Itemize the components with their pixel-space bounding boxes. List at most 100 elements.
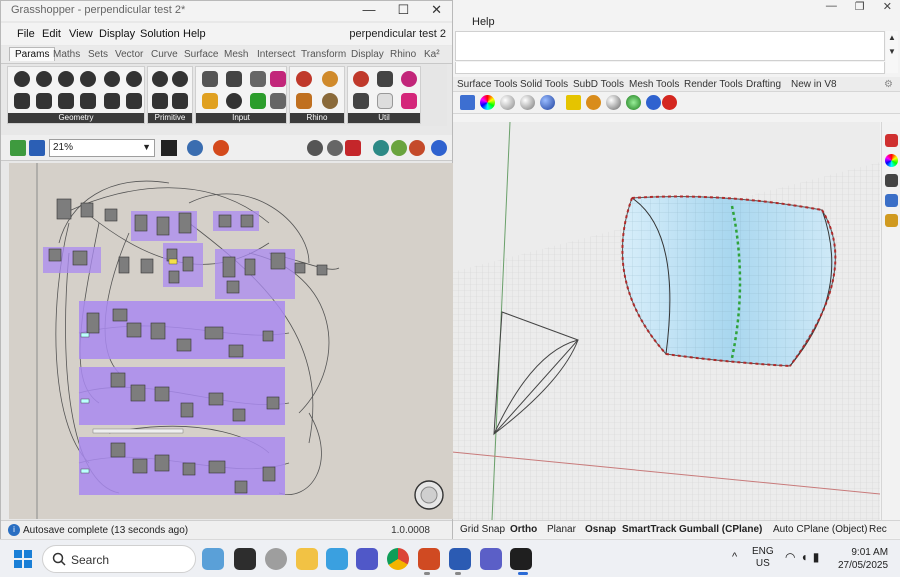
render-param-icon[interactable] [296, 71, 312, 87]
rhino-command-scrollbar[interactable]: ▲ ▼ [886, 31, 898, 73]
gh-menu-edit[interactable]: Edit [42, 28, 61, 40]
cherries-icon[interactable] [353, 71, 369, 87]
rhino-tab-subd-tools[interactable]: SubD Tools [573, 79, 624, 90]
sketch-pen-icon[interactable] [213, 140, 229, 156]
teams-notification-icon[interactable] [480, 548, 502, 570]
gumball-toggle[interactable]: Gumball (CPlane) [679, 524, 762, 535]
gh-tab-intersect[interactable]: Intersect [257, 49, 295, 60]
sphere-icon[interactable] [500, 95, 515, 110]
solver-icon[interactable] [431, 140, 447, 156]
surface-param-icon[interactable] [80, 93, 96, 109]
jump-icon[interactable] [401, 71, 417, 87]
smarttrack-toggle[interactable]: SmartTrack [622, 524, 676, 535]
geometry-cache-icon[interactable] [322, 71, 338, 87]
rhino-close-button[interactable]: ✕ [883, 0, 892, 13]
gh-menu-view[interactable]: View [69, 28, 93, 40]
gh-tab-curve[interactable]: Curve [151, 49, 178, 60]
vector-param-icon[interactable] [58, 93, 74, 109]
light-icon[interactable] [566, 95, 581, 110]
text-param-icon[interactable] [172, 93, 188, 109]
tray-icons[interactable]: ◠◖▮ [785, 550, 824, 564]
mesh-quality-icon[interactable] [409, 140, 425, 156]
panel-icon[interactable] [250, 93, 266, 109]
number-param-icon[interactable] [152, 93, 168, 109]
gh-tab-mesh[interactable]: Mesh [224, 49, 248, 60]
gh-tab-maths[interactable]: Maths [53, 49, 80, 60]
shaded-preview-icon[interactable] [327, 140, 343, 156]
rhino-tab-new-in-v8[interactable]: New in V8 [791, 79, 837, 90]
layers-icon[interactable] [885, 154, 898, 167]
planar-toggle[interactable]: Planar [547, 524, 576, 535]
libraries-icon[interactable] [885, 194, 898, 207]
edge-browser-icon[interactable] [326, 548, 348, 570]
wireframe-preview-icon[interactable] [307, 140, 323, 156]
record-history-toggle[interactable]: Rec [869, 524, 887, 535]
rhino-menu-help[interactable]: Help [472, 16, 495, 28]
plane-param-icon[interactable] [36, 93, 52, 109]
box-param-icon[interactable] [104, 71, 120, 87]
clock[interactable]: 9:01 AM 27/05/2025 [838, 546, 888, 572]
curve-tool-icon[interactable] [460, 95, 475, 110]
rhino-maximize-button[interactable]: ❐ [855, 0, 865, 13]
gh-tab-sets[interactable]: Sets [88, 49, 108, 60]
document-preview-icon[interactable] [373, 140, 389, 156]
rhino-minimize-button[interactable]: — [826, 0, 837, 13]
ortho-toggle[interactable]: Ortho [510, 524, 537, 535]
osnap-toggle[interactable]: Osnap [585, 524, 616, 535]
battery-icon[interactable]: ▮ [813, 550, 825, 564]
rhino-viewport[interactable] [452, 122, 880, 520]
mesh-param-icon[interactable] [104, 93, 120, 109]
open-file-icon[interactable] [10, 140, 26, 156]
object-bake-icon[interactable] [322, 93, 338, 109]
zoom-extents-icon[interactable] [161, 140, 177, 156]
value-list-icon[interactable] [270, 93, 286, 109]
point-param-icon[interactable] [14, 71, 30, 87]
material-ball-icon[interactable] [520, 95, 535, 110]
file-explorer-icon[interactable] [296, 548, 318, 570]
gh-menu-display[interactable]: Display [99, 28, 135, 40]
gh-tab-surface[interactable]: Surface [184, 49, 218, 60]
gh-tab-vector[interactable]: Vector [115, 49, 143, 60]
rhino-command-prompt[interactable] [455, 62, 885, 74]
rhino-tab-drafting[interactable]: Drafting [746, 79, 781, 90]
circle-param-icon[interactable] [36, 71, 52, 87]
gh-tab-rhino[interactable]: Rhino [390, 49, 416, 60]
gh-tab-display[interactable]: Display [351, 49, 384, 60]
word-icon[interactable] [449, 548, 471, 570]
photos-app-icon[interactable] [202, 548, 224, 570]
gear-icon[interactable]: ⚙ [884, 79, 893, 90]
gh-menu-solution[interactable]: Solution [140, 28, 180, 40]
gh-menu-file[interactable]: File [17, 28, 35, 40]
grid-snap-toggle[interactable]: Grid Snap [460, 524, 505, 535]
slider-icon[interactable] [202, 71, 218, 87]
auto-cplane-toggle[interactable]: Auto CPlane (Object) [773, 524, 868, 535]
gh-canvas[interactable] [9, 163, 453, 519]
integer-param-icon[interactable] [172, 71, 188, 87]
language-indicator[interactable]: ENG US [752, 546, 774, 570]
gear-settings-icon[interactable] [586, 95, 601, 110]
gh-tab-params[interactable]: Params [9, 47, 56, 61]
properties-icon[interactable] [885, 134, 898, 147]
custom-preview-icon[interactable] [391, 140, 407, 156]
task-view-icon[interactable] [234, 548, 256, 570]
graph-icon[interactable] [250, 71, 266, 87]
gh-tab-ka2[interactable]: Ka² [424, 49, 440, 60]
sketch-icon[interactable] [202, 93, 218, 109]
preview-eye-icon[interactable] [187, 140, 203, 156]
gradient-icon[interactable] [270, 71, 286, 87]
grasshopper-icon[interactable] [626, 95, 641, 110]
powerpoint-icon[interactable] [418, 548, 440, 570]
chrome-icon[interactable] [387, 548, 409, 570]
display-icon[interactable] [885, 174, 898, 187]
rhino-tab-solid-tools[interactable]: Solid Tools [520, 79, 568, 90]
help-panel-icon[interactable] [885, 214, 898, 227]
curve-param-icon[interactable] [58, 71, 74, 87]
teams-icon[interactable] [356, 548, 378, 570]
volume-icon[interactable]: ◖ [800, 550, 812, 564]
stop-icon[interactable] [662, 95, 677, 110]
zoom-level-select[interactable]: 21% ▼ [49, 139, 155, 157]
gh-close-button[interactable]: ✕ [431, 2, 442, 18]
button-icon[interactable] [226, 93, 242, 109]
compass-icon[interactable] [414, 480, 444, 510]
taskbar-search-box[interactable]: Search [42, 545, 196, 573]
